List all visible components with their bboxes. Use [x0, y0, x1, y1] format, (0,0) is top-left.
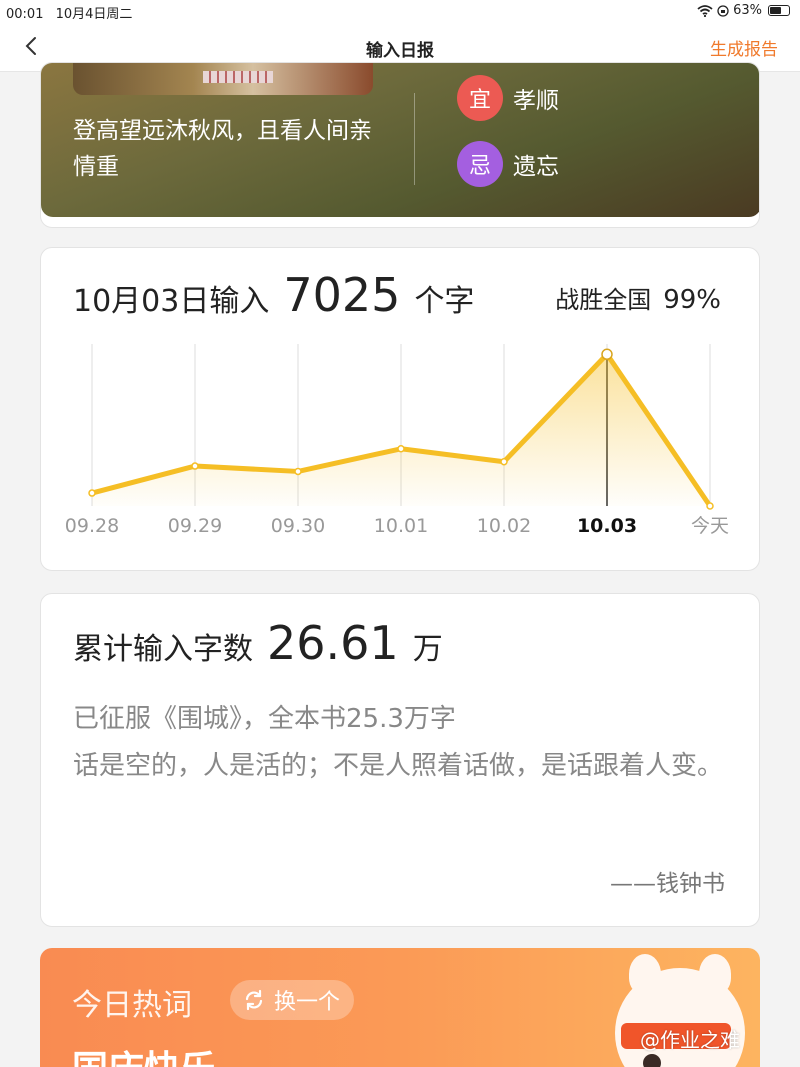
data-point[interactable] [88, 489, 96, 497]
bad-badge: 忌 [457, 141, 503, 187]
quote-author: ——钱钟书 [610, 871, 725, 897]
daily-input-chart[interactable]: 09.28 09.29 09.30 10.01 10.02 10.03 今天 [41, 248, 761, 572]
x-tick-label[interactable]: 10.03 [577, 515, 637, 537]
x-tick-label[interactable]: 今天 [691, 515, 729, 537]
x-tick-label[interactable]: 09.28 [65, 515, 119, 537]
wifi-icon [697, 4, 713, 17]
rotation-lock-icon [717, 4, 729, 17]
banner-photo [73, 63, 373, 95]
status-bar: 00:01 10月4日周二 63% [0, 0, 800, 22]
data-point[interactable] [191, 462, 199, 470]
x-tick-label[interactable]: 10.01 [374, 515, 428, 537]
page-title: 输入日报 [366, 41, 434, 61]
hot-word: 国庆快乐 [72, 1040, 216, 1067]
almanac-banner: 登高望远沐秋风，且看人间亲情重 宜 孝顺 忌 遗忘 [41, 63, 759, 217]
generate-report-button[interactable]: 生成报告 [710, 35, 778, 60]
refresh-icon [245, 989, 263, 1011]
watermark: @作业之难 [640, 1028, 740, 1052]
data-point[interactable] [294, 467, 302, 476]
data-point[interactable] [706, 502, 714, 510]
status-date: 10月4日周二 [55, 7, 133, 22]
book-quote: 话是空的，人是活的；不是人照着话做，是话跟着人变。 [73, 751, 724, 781]
x-tick-label[interactable]: 09.30 [271, 515, 325, 537]
bad-item: 忌 遗忘 [457, 141, 559, 187]
hot-word-label: 今日热词 [72, 988, 192, 1023]
total-value: 26.61 [267, 616, 399, 670]
total-input-card: 累计输入字数 26.61 万 已征服《围城》，全本书25.3万字 话是空的，人是… [40, 593, 760, 927]
status-time: 00:01 [6, 7, 44, 22]
battery-icon [768, 5, 790, 16]
daily-input-card: 10月03日输入 7025 个字 战胜全国 99% 09.28 09.29 09.30… [40, 247, 760, 571]
x-tick-label[interactable]: 10.02 [477, 515, 531, 537]
total-label: 累计输入字数 [73, 632, 253, 667]
total-headline: 累计输入字数 26.61 万 [73, 616, 443, 670]
data-point[interactable] [500, 457, 508, 466]
almanac-card[interactable]: 登高望远沐秋风，且看人间亲情重 宜 孝顺 忌 遗忘 [40, 62, 760, 228]
bad-value: 遗忘 [513, 154, 559, 180]
data-point[interactable] [397, 445, 405, 453]
total-unit: 万 [412, 632, 443, 667]
x-tick-label[interactable]: 09.29 [168, 515, 222, 537]
refresh-button[interactable]: 换一个 [230, 980, 355, 1020]
conquered-book: 已征服《围城》，全本书25.3万字 [73, 704, 456, 734]
refresh-label: 换一个 [274, 990, 341, 1015]
good-value: 孝顺 [513, 88, 559, 114]
banner-poem: 登高望远沐秋风，且看人间亲情重 [73, 118, 372, 180]
good-badge: 宜 [457, 75, 503, 121]
banner-divider [414, 93, 415, 185]
data-point[interactable] [601, 348, 613, 361]
battery-percent: 63% [733, 3, 762, 18]
good-item: 宜 孝顺 [457, 75, 559, 121]
